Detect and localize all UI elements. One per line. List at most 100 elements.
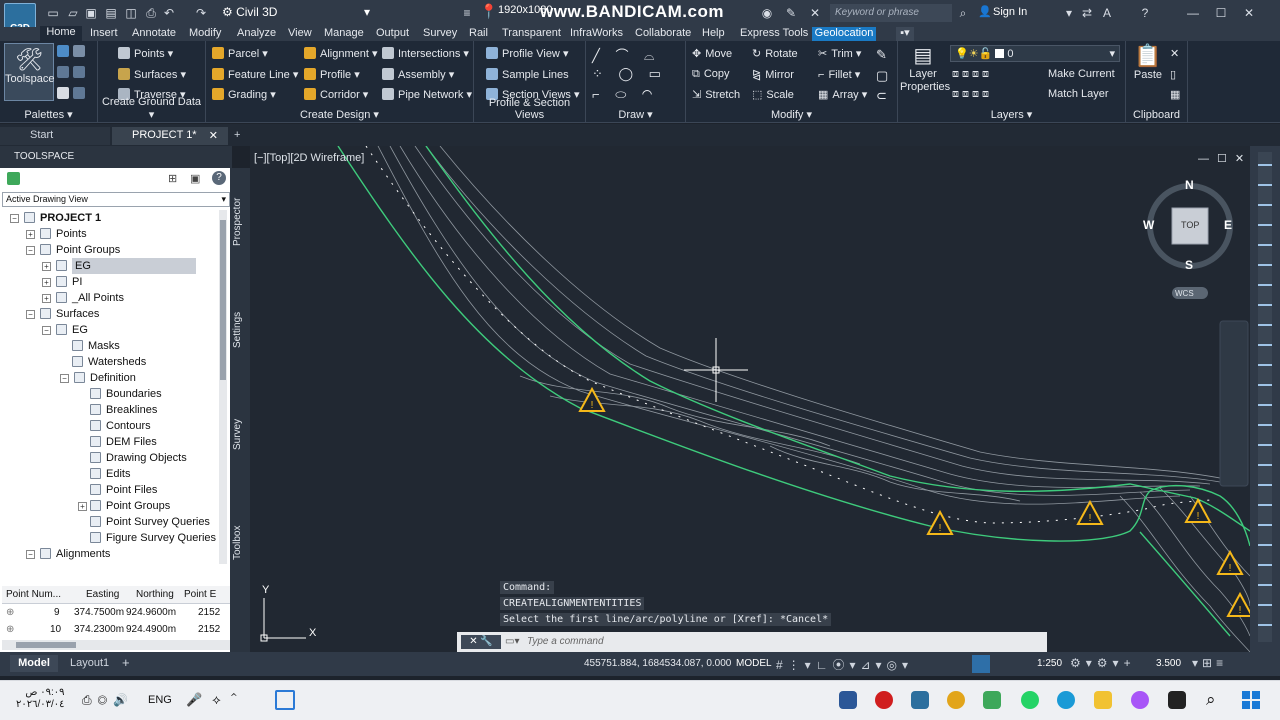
paste-button[interactable]: 📋 Paste (1128, 41, 1168, 103)
model-tab[interactable]: Model (10, 655, 58, 672)
toolspace-button[interactable]: 🛠 Toolspace (4, 43, 55, 101)
settings-view-icon[interactable]: ▣ (190, 172, 200, 185)
draw-group-label[interactable]: Draw ▾ (586, 108, 685, 121)
tab-transparent[interactable]: Transparent (502, 27, 561, 41)
share-icon[interactable]: ≡ (460, 6, 474, 20)
tree-item-watersheds[interactable]: Watersheds (72, 354, 146, 370)
clipboard-group-label[interactable]: Clipboard (1126, 109, 1187, 121)
copilot-icon[interactable] (1131, 691, 1149, 709)
search-input[interactable]: Keyword or phrase (830, 4, 952, 22)
col-easting[interactable]: Easting (86, 589, 119, 600)
close-tab-icon[interactable]: ✕ (209, 129, 218, 142)
viewcube-south[interactable]: S (1185, 258, 1193, 272)
trim-button[interactable]: ✂ Trim ▾ (818, 47, 861, 60)
workspace-dropdown[interactable]: ⚙ Civil 3D ▾ (222, 5, 372, 22)
tree-item-drawing-objects[interactable]: Drawing Objects (90, 450, 187, 466)
tab-manage[interactable]: Manage (324, 27, 364, 41)
rotate-button[interactable]: ↻ Rotate (752, 47, 798, 60)
minimize-icon[interactable]: — (1186, 6, 1200, 20)
polyline-circle-icons[interactable]: ⁘ ◯ ▭ (592, 66, 667, 82)
tree-item-surface-eg[interactable]: EG (56, 322, 88, 338)
mirror-button[interactable]: ⧎ Mirror (752, 68, 794, 81)
move-button[interactable]: ✥ Move (692, 47, 732, 60)
tree-collapse-icon[interactable]: − (26, 246, 35, 255)
tab-help[interactable]: Help (702, 27, 725, 41)
profile-button[interactable]: Profile ▾ (304, 68, 360, 81)
parcel-button[interactable]: Parcel ▾ (212, 47, 268, 60)
line-arc-icons[interactable]: ╱ ⌒ ⌓ (592, 45, 660, 64)
scale-button[interactable]: ⬚ Scale (752, 88, 794, 101)
side-tab-toolbox[interactable]: Toolbox (232, 526, 243, 560)
annotation-scale[interactable]: 1:250 (1037, 658, 1062, 669)
tab-project-1[interactable]: PROJECT 1* ✕ (112, 127, 228, 145)
input-language[interactable]: ENG (148, 694, 172, 706)
cut-icon[interactable]: ✕ (1170, 47, 1179, 60)
side-tab-survey[interactable]: Survey (232, 419, 243, 450)
alignment-button[interactable]: Alignment ▾ (304, 47, 378, 60)
tree-item-edits[interactable]: Edits (90, 466, 130, 482)
tab-annotate[interactable]: Annotate (132, 27, 176, 41)
task-view-icon[interactable] (275, 690, 295, 710)
tray-mic-icons[interactable]: 🎤⟡⌃ (186, 692, 247, 708)
close-icon[interactable]: ✕ (1242, 6, 1256, 20)
tree-item-dem-files[interactable]: DEM Files (90, 434, 157, 450)
viewcube-east[interactable]: E (1224, 218, 1232, 232)
layout1-tab[interactable]: Layout1 (70, 657, 109, 669)
toolspace-help-icon[interactable]: ? (212, 171, 226, 185)
edge-icon[interactable] (1057, 691, 1075, 709)
palette-icons-3[interactable] (57, 87, 89, 100)
tree-item-contours[interactable]: Contours (90, 418, 151, 434)
hatch-ellipse-icons[interactable]: ⌐ ⬭ ◠ (592, 87, 658, 103)
layer-tools-row-2[interactable]: ⧈⧈⧈⧈ (952, 88, 992, 101)
profile-view-button[interactable]: Profile View ▾ (486, 47, 568, 60)
tree-expand-icon[interactable]: + (26, 230, 35, 239)
navigation-bar[interactable] (1219, 320, 1249, 487)
open-icon[interactable]: ▱ (66, 6, 80, 20)
search-icon[interactable]: ⌕ (956, 6, 970, 20)
tree-item-masks[interactable]: Masks (72, 338, 120, 354)
annotation-visibility-icon[interactable] (972, 655, 990, 673)
tab-express-tools[interactable]: Express Tools (740, 27, 808, 41)
status-value[interactable]: 3.500 (1156, 658, 1181, 669)
palette-icons-2[interactable] (57, 66, 89, 79)
side-tab-settings[interactable]: Settings (232, 312, 243, 348)
viewcube-top-face[interactable]: TOP (1181, 220, 1199, 230)
fillet-button[interactable]: ⌐ Fillet ▾ (818, 68, 860, 81)
pipe-network-button[interactable]: Pipe Network ▾ (382, 88, 472, 101)
copy-button[interactable]: ⧉ Copy (692, 68, 730, 81)
tree-expand-icon[interactable]: + (42, 294, 51, 303)
tree-item-def-point-groups[interactable]: Point Groups (90, 498, 170, 514)
add-layout-icon[interactable]: + (122, 655, 130, 670)
layer-tools-row-1[interactable]: ⧈⧈⧈⧈ (952, 68, 992, 81)
tree-expand-icon[interactable]: + (42, 262, 51, 271)
intersections-button[interactable]: Intersections ▾ (382, 47, 469, 60)
clock[interactable]: ٠٩:٠٩ ص ٢٠٢٦/٠٣/٠٤ (16, 687, 65, 711)
undo-icon[interactable]: ↶ (162, 6, 176, 20)
exchange-icon[interactable]: ⇄ (1080, 6, 1094, 20)
profile-section-views-label[interactable]: Profile & Section Views (474, 97, 585, 121)
palette-tool-icons[interactable] (1258, 152, 1272, 642)
tree-item-figure-survey-queries[interactable]: Figure Survey Queries (90, 530, 216, 546)
command-line[interactable]: ✕ 🔧 ▭▾ Type a command (457, 632, 1047, 652)
tree-scrollbar[interactable] (219, 210, 227, 564)
app-icon[interactable] (1168, 691, 1186, 709)
tab-insert[interactable]: Insert (90, 27, 118, 41)
help-icon[interactable]: ? (1138, 6, 1152, 20)
status-customize-icons[interactable]: ▾⊞≡ (1192, 656, 1227, 670)
record-icon[interactable] (875, 691, 893, 709)
tree-item-point-group-pi[interactable]: PI (56, 274, 82, 290)
tab-analyze[interactable]: Analyze (237, 27, 276, 41)
surfaces-button[interactable]: Surfaces ▾ (118, 68, 186, 81)
plot-icon[interactable]: ⎙ (144, 6, 158, 20)
tab-geolocation[interactable]: Geolocation (812, 27, 876, 41)
array-button[interactable]: ▦ Array ▾ (818, 88, 867, 101)
tree-collapse-icon[interactable]: − (42, 326, 51, 335)
layers-group-label[interactable]: Layers ▾ (898, 108, 1125, 121)
col-northing[interactable]: Northing (136, 589, 174, 600)
assembly-button[interactable]: Assembly ▾ (382, 68, 454, 81)
tab-survey[interactable]: Survey (423, 27, 457, 41)
account-icon[interactable]: A (1100, 6, 1114, 20)
feature-line-button[interactable]: Feature Line ▾ (212, 68, 298, 81)
create-design-label[interactable]: Create Design ▾ (206, 108, 473, 121)
viewcube-west[interactable]: W (1143, 218, 1154, 232)
